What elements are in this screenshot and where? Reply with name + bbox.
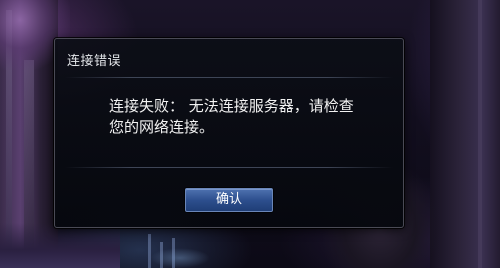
footer-divider: [65, 167, 393, 168]
error-message: 连接失败： 无法连接服务器，请检查 您的网络连接。: [109, 96, 369, 138]
connection-error-dialog: 连接错误 连接失败： 无法连接服务器，请检查 您的网络连接。 确认: [54, 38, 404, 228]
ground-art: [0, 223, 120, 268]
error-message-line-1: 连接失败： 无法连接服务器，请检查: [109, 97, 354, 115]
title-divider: [65, 77, 393, 78]
dialog-title: 连接错误: [67, 54, 122, 69]
right-tower-art: [430, 0, 500, 268]
light-glow: [150, 248, 210, 268]
confirm-button[interactable]: 确认: [185, 188, 273, 212]
error-message-line-2: 您的网络连接。: [109, 118, 215, 136]
